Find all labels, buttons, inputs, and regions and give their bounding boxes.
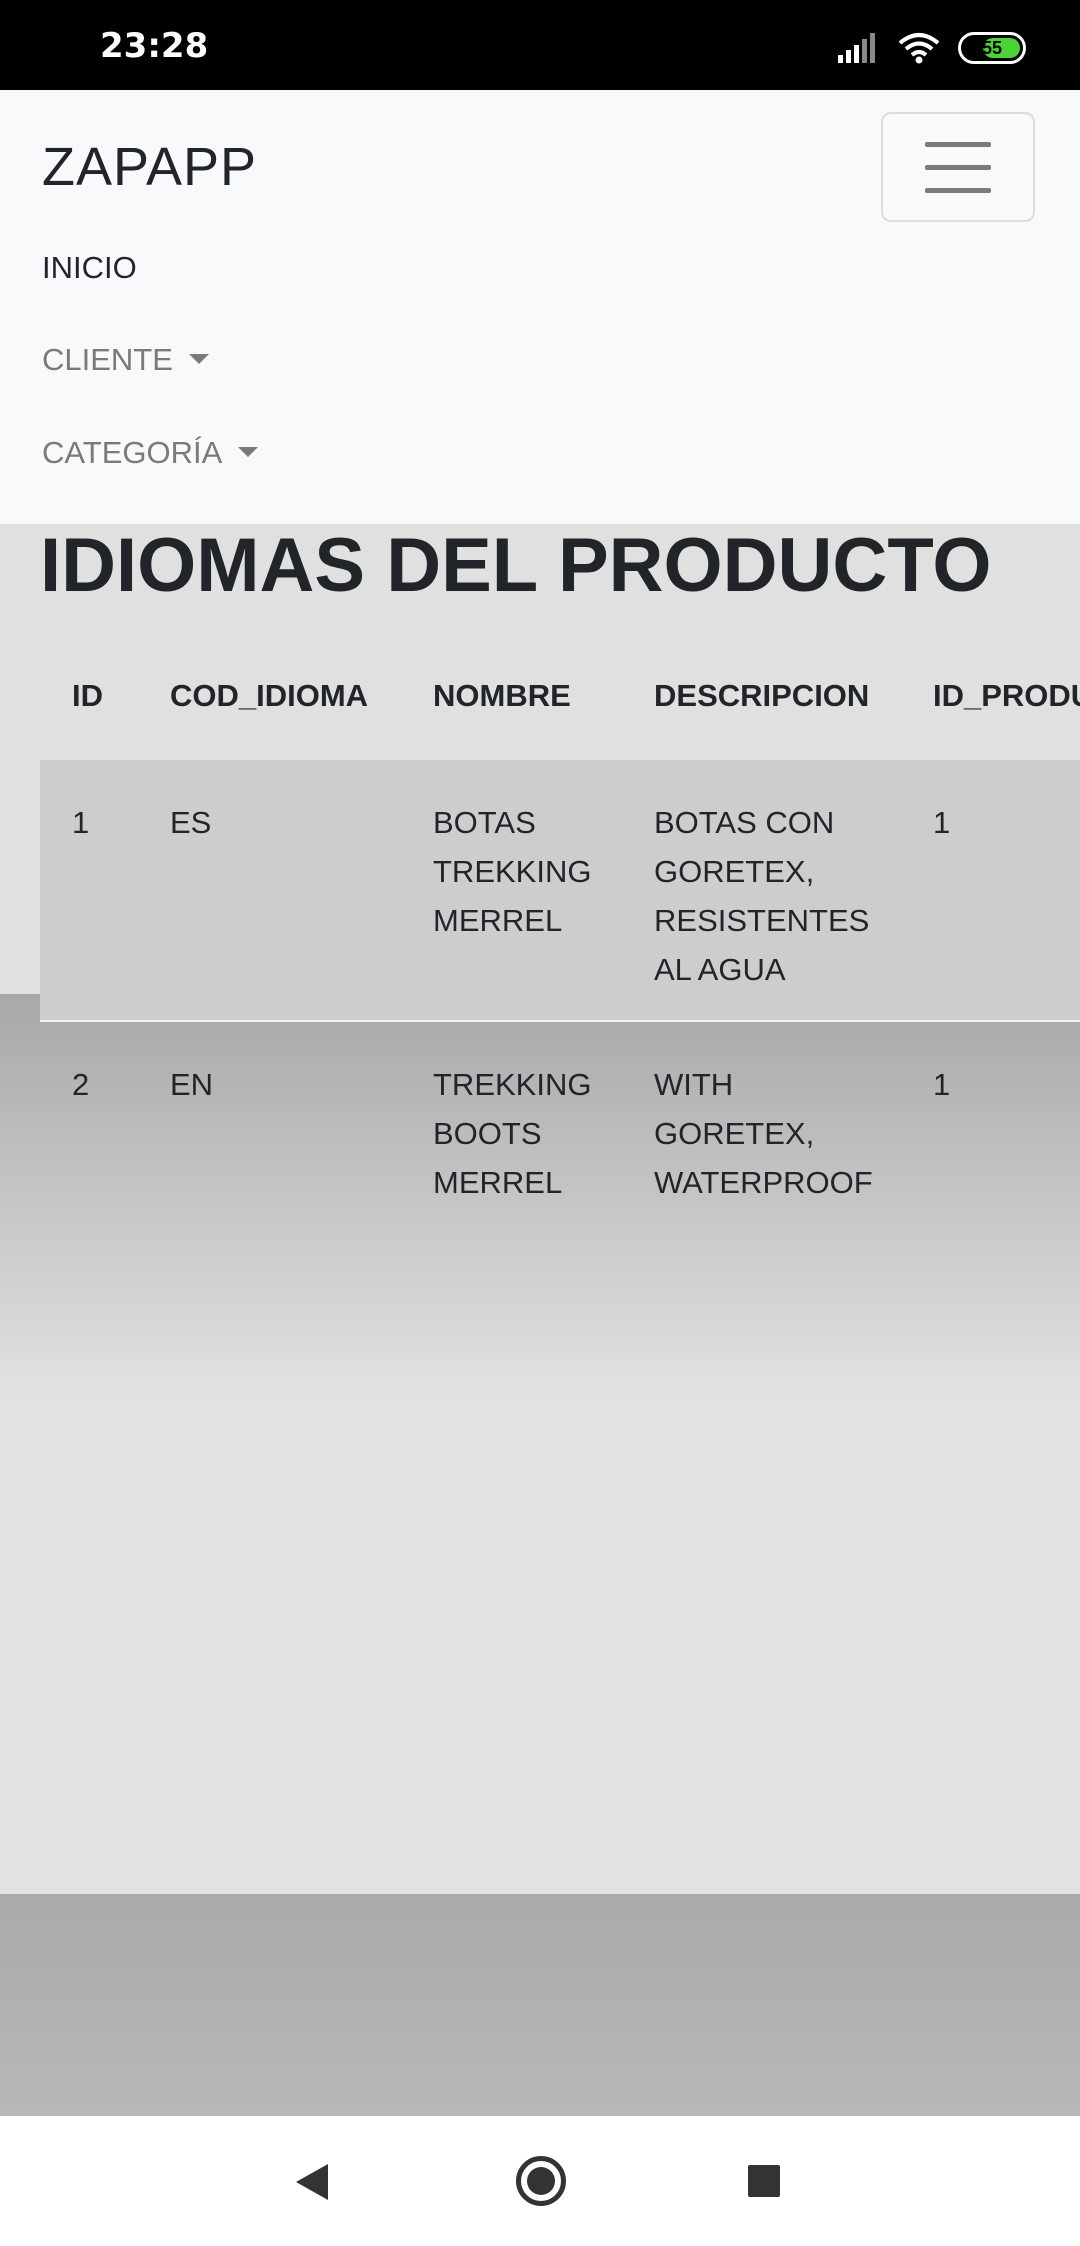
nav-item-cliente-dropdown[interactable]: CLIENTE xyxy=(42,342,209,378)
system-navigation-bar xyxy=(0,2116,1080,2246)
column-header-cod-idioma: COD_IDIOMA xyxy=(170,678,369,713)
signal-icon xyxy=(838,33,875,63)
navbar-brand[interactable]: ZAPAPP xyxy=(42,136,257,198)
hamburger-icon-line xyxy=(925,141,991,147)
navbar-toggler-button[interactable] xyxy=(881,112,1035,222)
nav-item-categoria-dropdown[interactable]: CATEGORÍA xyxy=(42,435,259,471)
battery-icon: 55 xyxy=(958,32,1026,64)
column-header-id-producto: ID_PRODU xyxy=(933,678,1080,713)
cell-id-producto: 1 xyxy=(933,1067,951,1102)
table-row[interactable]: 1 ES BOTAS TREKKING MERREL BOTAS CON GOR… xyxy=(40,760,1080,1022)
hamburger-icon-line xyxy=(925,187,991,193)
cell-cod-idioma: ES xyxy=(170,805,212,840)
status-bar: 23:28 55 xyxy=(0,0,1080,90)
nav-item-label: CLIENTE xyxy=(42,342,173,377)
status-icons: 55 xyxy=(838,28,1026,68)
nav-item-label: CATEGORÍA xyxy=(42,435,223,470)
table-row[interactable]: 2 EN TREKKING BOOTS MERREL WITH GORETEX,… xyxy=(40,1022,1080,1242)
column-header-nombre: NOMBRE xyxy=(433,678,571,713)
column-header-descripcion: DESCRIPCION xyxy=(654,678,870,713)
back-icon[interactable] xyxy=(296,2164,328,2200)
cell-cod-idioma: EN xyxy=(170,1067,214,1102)
product-languages-table: ID COD_IDIOMA NOMBRE DESCRIPCION ID_PROD… xyxy=(40,634,1080,1254)
battery-level: 55 xyxy=(981,37,1003,58)
wifi-icon xyxy=(898,33,940,64)
cell-descripcion: BOTAS CON GORETEX, RESISTENTES AL AGUA xyxy=(654,805,870,987)
column-header-id: ID xyxy=(72,678,103,713)
nav-item-inicio[interactable]: INICIO xyxy=(42,250,137,286)
navbar: ZAPAPP INICIO CLIENTE CATEGORÍA xyxy=(0,90,1080,524)
cell-id: 1 xyxy=(72,805,90,840)
cell-id-producto: 1 xyxy=(933,805,951,840)
recent-apps-icon[interactable] xyxy=(748,2165,780,2197)
caret-down-icon xyxy=(238,446,259,457)
home-icon[interactable] xyxy=(516,2156,566,2206)
nav-item-label: INICIO xyxy=(42,250,137,285)
status-time: 23:28 xyxy=(100,26,209,66)
cell-nombre: BOTAS TREKKING MERREL xyxy=(433,805,592,938)
caret-down-icon xyxy=(188,353,209,364)
cell-nombre: TREKKING BOOTS MERREL xyxy=(433,1067,592,1200)
hamburger-icon-line xyxy=(925,164,991,170)
cell-descripcion: WITH GORETEX, WATERPROOF xyxy=(654,1067,873,1200)
cell-id: 2 xyxy=(72,1067,90,1102)
background-band xyxy=(0,1894,1080,2116)
table-header-row: ID COD_IDIOMA NOMBRE DESCRIPCION ID_PROD… xyxy=(40,634,1080,760)
page-title: IDIOMAS DEL PRODUCTO xyxy=(40,523,992,608)
